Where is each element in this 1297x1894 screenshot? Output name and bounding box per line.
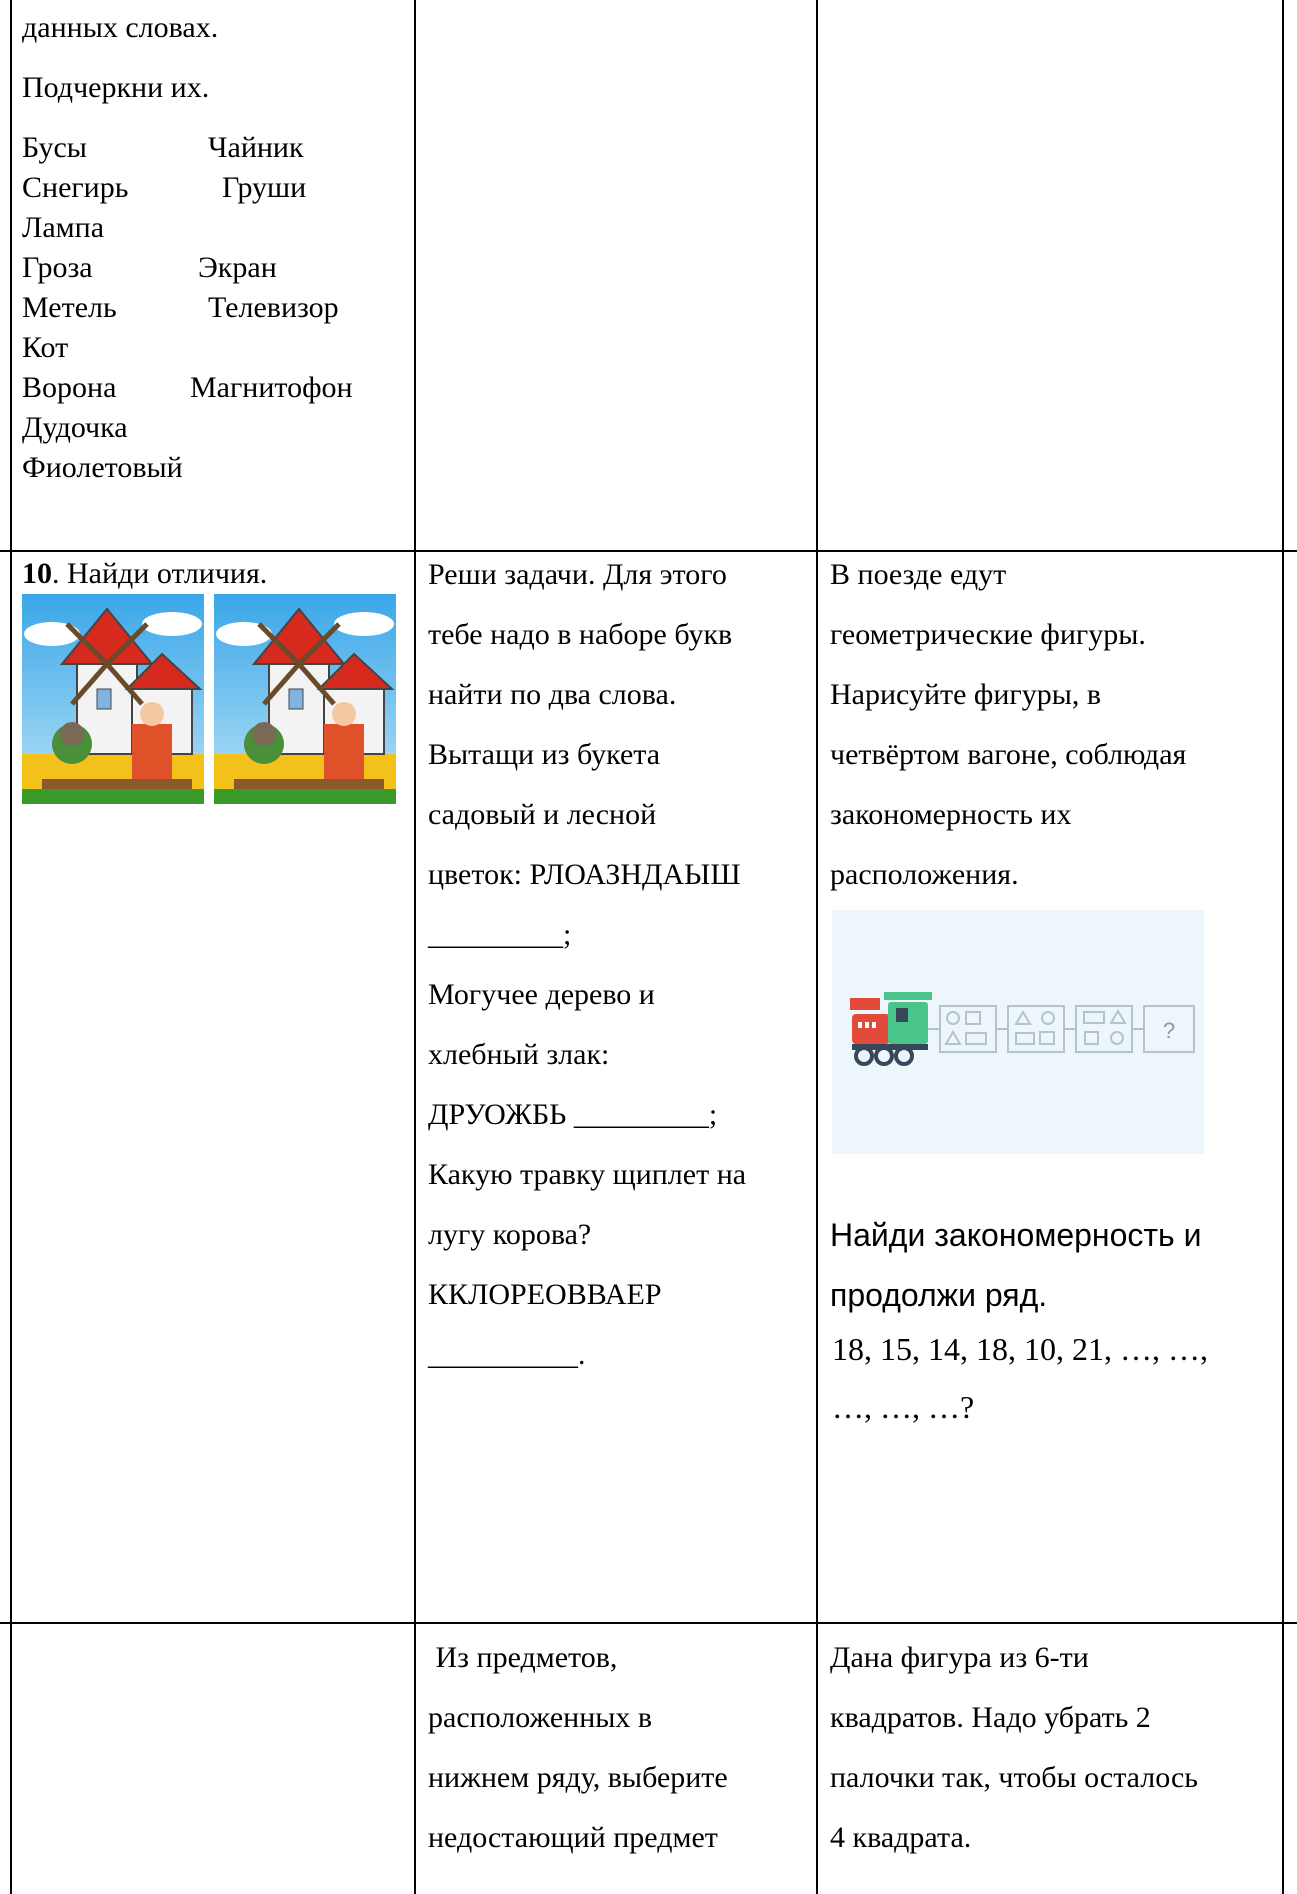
text-line: Вытащи из букета [428,738,661,771]
cell-word-list: данных словах. Подчеркни их. Бусы Чайник … [22,8,412,488]
cell-task-10: 10. Найди отличия. [22,554,412,594]
text-line: …, …, …? [832,1389,975,1425]
text-line: лугу корова? [428,1218,592,1251]
text-line: расположенных в [428,1701,653,1734]
text-line: хлебный злак: [428,1038,610,1071]
text-line: цветок: РЛОАЗНДАЫШ [428,858,741,891]
cell-squares-puzzle: Дана фигура из 6-ти квадратов. Надо убра… [830,1628,1280,1868]
text-line: тебе надо в наборе букв [428,618,733,651]
cell-missing-item: Из предметов, расположенных в нижнем ряд… [428,1628,814,1868]
table-border-left [10,0,12,1894]
text-line: Какую травку щиплет на [428,1158,747,1191]
train-figures-picture: ? [832,910,1204,1154]
text-line: В поезде едут [830,558,1007,591]
text-line: данных словах. [22,11,219,44]
word-row: Ворона Магнитофон [22,371,353,404]
text-line: Найди закономерность и [830,1217,1202,1253]
text-line: недостающий предмет [428,1821,718,1854]
word-row: Бусы Чайник [22,131,304,164]
text-line: ККЛОРЕОВВАЕР [428,1278,662,1311]
text-line: 4 квадрата. [830,1821,972,1854]
word-row: Кот [22,331,69,364]
word-row: Метель Телевизор [22,291,339,324]
text-line: Из предметов, [428,1641,618,1674]
text-line: нижнем ряду, выберите [428,1761,728,1794]
text-line: геометрические фигуры. [830,618,1146,651]
document-page: данных словах. Подчеркни их. Бусы Чайник … [0,0,1297,1894]
number-sequence: 18, 15, 14, 18, 10, 21, …, …, …, …, …? [832,1320,1282,1436]
cell-word-puzzles: Реши задачи. Для этого тебе надо в набор… [428,545,814,1385]
answer-blank: __________. [428,1338,586,1371]
table-border-col2 [816,0,818,1894]
text-line: садовый и лесной [428,798,657,831]
word-row: Фиолетовый [22,451,183,484]
text-line: четвёртом вагоне, соблюдая [830,738,1187,771]
table-row-divider-2 [0,1622,1297,1624]
cell-number-pattern: Найди закономерность и продолжи ряд. [830,1205,1280,1325]
word-row: Дудочка [22,411,128,444]
text-line: палочки так, чтобы осталось [830,1761,1198,1794]
word-row: Гроза Экран [22,251,277,284]
windmill-picture-left [22,594,204,804]
text-line: Нарисуйте фигуры, в [830,678,1102,711]
windmill-picture-right [214,594,396,804]
text-line: Подчеркни их. [22,71,210,104]
train-question-mark: ? [1163,1018,1175,1043]
text-line: ДРУОЖБЬ _________; [428,1098,718,1131]
word-row: Снегирь Груши [22,171,307,204]
text-line: расположения. [830,858,1019,891]
text-line: продолжи ряд. [830,1277,1048,1313]
text-line: Реши задачи. Для этого [428,558,727,591]
word-list: Бусы Чайник Снегирь Груши Лампа Гроза Экран… [22,128,412,488]
text-line: закономерность их [830,798,1072,831]
text-line: квадратов. Надо убрать 2 [830,1701,1151,1734]
word-row: Лампа [22,211,105,244]
text-line: Могучее дерево и [428,978,655,1011]
cell-train-pattern: В поезде едут геометрические фигуры. Нар… [830,545,1280,905]
text-line: Дана фигура из 6-ти [830,1641,1089,1674]
table-border-right [1282,0,1284,1894]
task-10-title: 10. Найди отличия. [22,557,268,590]
text-line: найти по два слова. [428,678,677,711]
answer-blank: _________; [428,918,572,951]
text-line: 18, 15, 14, 18, 10, 21, …, …, [832,1331,1208,1367]
table-border-col1 [414,0,416,1894]
